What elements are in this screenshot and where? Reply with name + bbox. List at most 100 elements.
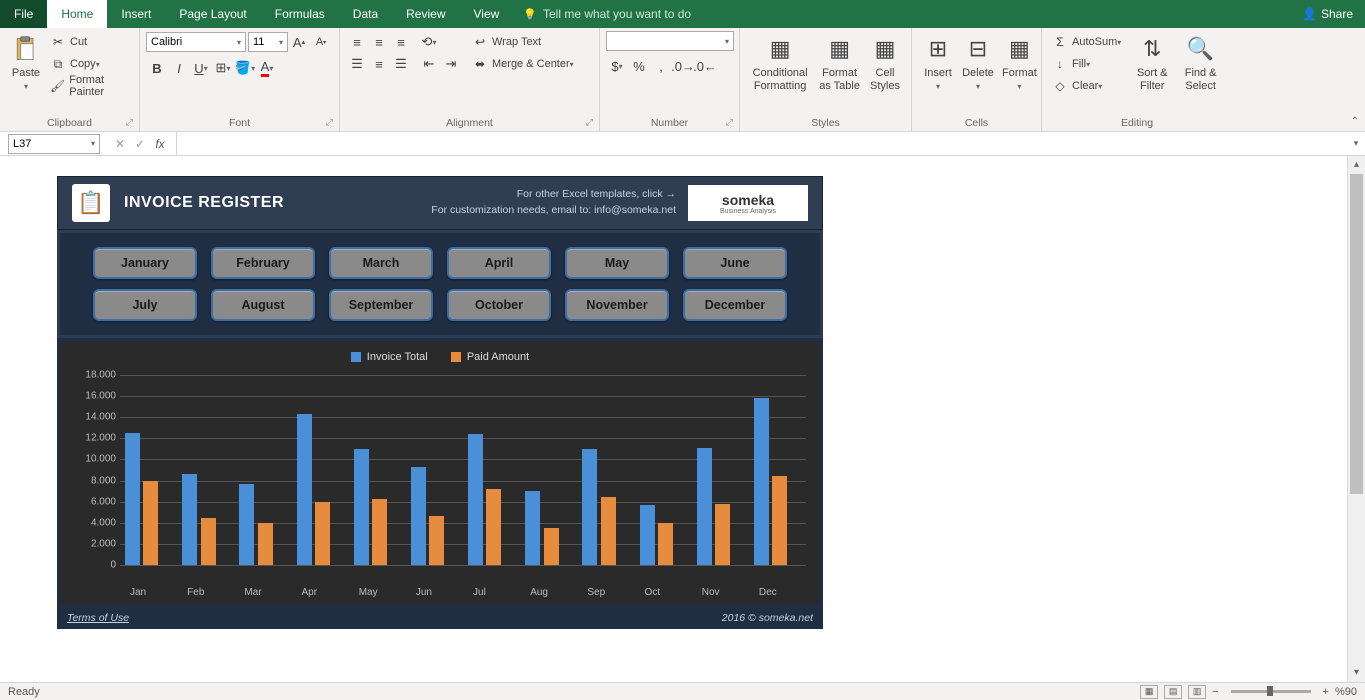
decrease-indent-button[interactable]: ⇤ [418,53,440,75]
paste-button[interactable]: Paste▾ [6,31,46,95]
insert-cells-button[interactable]: ⊞Insert▾ [918,31,958,95]
month-button-july[interactable]: July [93,289,197,321]
decrease-font-button[interactable]: A▾ [310,31,332,53]
dialog-launcher-icon[interactable]: ⤢ [326,117,333,128]
scroll-down-button[interactable]: ▾ [1348,664,1365,682]
align-middle-button[interactable]: ≡ [368,31,390,53]
expand-formula-button[interactable]: ▾ [1347,138,1365,149]
email-link[interactable]: For customization needs, email to: info@… [431,203,676,219]
format-painter-button[interactable]: 🖌Format Painter [46,75,133,97]
autosum-button[interactable]: ΣAutoSum ▾ [1048,31,1125,53]
bulb-icon: 💡 [523,8,537,21]
month-button-april[interactable]: April [447,247,551,279]
formula-input[interactable] [177,134,1347,154]
month-button-may[interactable]: May [565,247,669,279]
insert-label: Insert [924,67,952,79]
font-color-button[interactable]: A▾ [256,57,278,79]
month-button-september[interactable]: September [329,289,433,321]
tab-formulas[interactable]: Formulas [261,0,339,28]
month-button-november[interactable]: November [565,289,669,321]
month-button-january[interactable]: January [93,247,197,279]
comma-format-button[interactable]: , [650,55,672,77]
font-size-value: 11 [253,36,264,48]
zoom-in-button[interactable]: + [1323,686,1329,698]
align-right-button[interactable]: ☰ [390,53,412,75]
conditional-formatting-icon: ▦ [764,33,796,65]
zoom-value[interactable]: %90 [1335,686,1357,698]
orientation-button[interactable]: ⟲▾ [418,31,440,53]
name-box[interactable]: L37▾ [8,134,100,154]
accounting-format-button[interactable]: $▾ [606,55,628,77]
find-select-button[interactable]: 🔍Find & Select [1175,31,1226,95]
tab-data[interactable]: Data [339,0,392,28]
cell-styles-button[interactable]: ▦Cell Styles [865,31,905,95]
align-bottom-button[interactable]: ≡ [390,31,412,53]
format-as-table-button[interactable]: ▦Format as Table [814,31,865,95]
scroll-thumb[interactable] [1350,174,1363,494]
normal-view-button[interactable]: ▦ [1140,685,1158,699]
increase-indent-button[interactable]: ⇥ [440,53,462,75]
font-size-combo[interactable]: 11▾ [248,32,288,52]
dialog-launcher-icon[interactable]: ⤢ [126,117,133,128]
vertical-scrollbar[interactable]: ▴ ▾ [1347,156,1365,682]
border-button[interactable]: ⊞▾ [212,57,234,79]
copy-button[interactable]: ⧉Copy ▾ [46,53,133,75]
bar-invoice [697,448,712,565]
month-button-june[interactable]: June [683,247,787,279]
templates-link[interactable]: For other Excel templates, click → [431,187,676,203]
tab-review[interactable]: Review [392,0,459,28]
month-button-march[interactable]: March [329,247,433,279]
terms-link[interactable]: Terms of Use [67,612,129,624]
percent-format-button[interactable]: % [628,55,650,77]
italic-button[interactable]: I [168,57,190,79]
underline-button[interactable]: U▾ [190,57,212,79]
status-ready: Ready [8,686,40,698]
collapse-ribbon-button[interactable]: ⌃ [1351,116,1359,127]
scroll-up-button[interactable]: ▴ [1348,156,1365,174]
worksheet-area[interactable]: 📋 INVOICE REGISTER For other Excel templ… [0,156,1345,682]
tab-home[interactable]: Home [47,0,107,28]
share-button[interactable]: 👤 Share [1302,0,1353,28]
delete-cells-button[interactable]: ⊟Delete▾ [958,31,998,95]
fx-button[interactable]: fx [150,137,170,151]
clear-button[interactable]: ◇Clear ▾ [1048,75,1125,97]
delete-label: Delete [962,67,994,79]
increase-decimal-button[interactable]: .0→ [672,55,694,77]
cut-button[interactable]: ✂Cut [46,31,133,53]
enter-formula-button[interactable]: ✓ [130,137,150,151]
font-name-combo[interactable]: Calibri▾ [146,32,246,52]
zoom-out-button[interactable]: − [1212,686,1218,698]
increase-font-button[interactable]: A▴ [288,31,310,53]
fill-color-button[interactable]: 🪣▾ [234,57,256,79]
number-format-combo[interactable]: ▾ [606,31,734,51]
legend-swatch-invoice [351,352,361,362]
month-button-august[interactable]: August [211,289,315,321]
align-left-button[interactable]: ☰ [346,53,368,75]
wrap-text-button[interactable]: ↩Wrap Text [468,31,578,53]
name-box-value: L37 [13,138,31,150]
sort-filter-button[interactable]: ⇅Sort & Filter [1129,31,1175,95]
tab-pagelayout[interactable]: Page Layout [165,0,260,28]
tell-me[interactable]: 💡 Tell me what you want to do [523,0,691,28]
dialog-launcher-icon[interactable]: ⤢ [586,117,593,128]
fill-button[interactable]: ↓Fill ▾ [1048,53,1125,75]
align-top-button[interactable]: ≡ [346,31,368,53]
tab-view[interactable]: View [460,0,514,28]
month-button-february[interactable]: February [211,247,315,279]
conditional-formatting-button[interactable]: ▦Conditional Formatting [746,31,814,95]
format-cells-button[interactable]: ▦Format▾ [998,31,1041,95]
merge-center-button[interactable]: ⬌Merge & Center ▾ [468,53,578,75]
tab-file[interactable]: File [0,0,47,28]
month-button-december[interactable]: December [683,289,787,321]
zoom-slider[interactable] [1231,690,1311,693]
zoom-thumb[interactable] [1267,686,1273,696]
page-break-view-button[interactable]: ▥ [1188,685,1206,699]
cancel-formula-button[interactable]: ✕ [110,137,130,151]
tab-insert[interactable]: Insert [107,0,165,28]
page-layout-view-button[interactable]: ▤ [1164,685,1182,699]
dialog-launcher-icon[interactable]: ⤢ [726,117,733,128]
bold-button[interactable]: B [146,57,168,79]
align-center-button[interactable]: ≡ [368,53,390,75]
decrease-decimal-button[interactable]: .0← [694,55,716,77]
month-button-october[interactable]: October [447,289,551,321]
